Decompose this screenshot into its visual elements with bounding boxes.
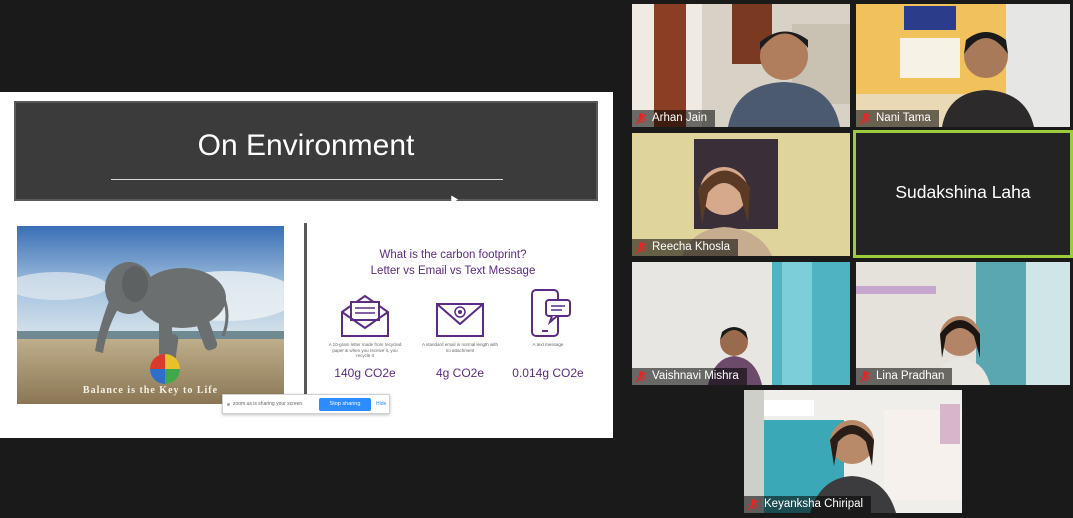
letter-icon: [325, 292, 405, 338]
muted-mic-icon: [635, 370, 647, 383]
participant-name-tag: Lina Pradhan: [856, 368, 953, 385]
participant-name-tag: Keyanksha Chiripal: [744, 496, 872, 513]
letter-description: A 10-gram letter made from recycled pape…: [328, 342, 402, 358]
video-tile-nani-tama[interactable]: Nani Tama: [856, 4, 1070, 127]
muted-mic-icon: [859, 112, 871, 125]
participant-video: [744, 390, 962, 513]
title-underline: [111, 179, 503, 180]
screen-share-toolbar: zoom.us is sharing your screen. Stop sha…: [222, 394, 390, 414]
stop-sharing-button[interactable]: Stop sharing: [319, 398, 371, 411]
phone-message-icon: [508, 288, 588, 338]
email-description: A standard email in normal length with n…: [421, 342, 499, 353]
footprint-item-email: A standard email in normal length with n…: [420, 292, 500, 380]
participant-name-tag: Reecha Khosla: [632, 239, 738, 256]
video-tile-vaishnavi-mishra[interactable]: Vaishnavi Mishra: [632, 262, 850, 385]
slide-title: On Environment: [197, 129, 415, 162]
slide-divider: [304, 223, 307, 406]
participant-name: Keyanksha Chiripal: [764, 498, 864, 510]
text-value: 0.014g CO2e: [512, 366, 584, 380]
participant-name: Sudakshina Laha: [895, 182, 1031, 202]
participant-name: Reecha Khosla: [652, 241, 730, 253]
participant-video: [856, 262, 1070, 385]
footprint-title-line1: What is the carbon footprint?: [379, 249, 527, 261]
shared-screen: On Environment Balance is the Key to Lif…: [0, 92, 613, 438]
participant-name: Vaishnavi Mishra: [652, 370, 739, 382]
text-description: A text message: [532, 342, 564, 347]
participant-name-tag: Arhan Jain: [632, 110, 715, 127]
footprint-item-letter: A 10-gram letter made from recycled pape…: [325, 292, 405, 380]
footprint-heading: What is the carbon footprint? Letter vs …: [318, 247, 588, 279]
muted-mic-icon: [859, 370, 871, 383]
sharing-status: zoom.us is sharing your screen.: [233, 401, 304, 407]
muted-mic-icon: [747, 498, 759, 511]
video-tile-keyanksha-chiripal[interactable]: Keyanksha Chiripal: [744, 390, 962, 513]
participant-video: [632, 133, 850, 256]
participant-name: Nani Tama: [876, 112, 931, 124]
email-icon: [420, 292, 500, 338]
email-value: 4g CO2e: [435, 366, 485, 380]
muted-mic-icon: [635, 241, 647, 254]
muted-mic-icon: [635, 112, 647, 125]
participant-name-tag: Vaishnavi Mishra: [632, 368, 747, 385]
participant-video: [856, 4, 1070, 127]
sharing-indicator-icon: [227, 403, 230, 406]
video-tile-sudakshina-laha[interactable]: Sudakshina Laha: [853, 130, 1073, 258]
participant-video: [632, 262, 850, 385]
video-tile-lina-pradhan[interactable]: Lina Pradhan: [856, 262, 1070, 385]
participant-video: [632, 4, 850, 127]
participant-name: Lina Pradhan: [876, 370, 945, 382]
footprint-title-line2: Letter vs Email vs Text Message: [370, 265, 536, 277]
participant-name: Arhan Jain: [652, 112, 707, 124]
letter-value: 140g CO2e: [334, 366, 396, 380]
slide-title-bar: On Environment: [14, 101, 598, 204]
hide-toolbar-button[interactable]: Hide: [376, 401, 386, 407]
elephant-photo: Balance is the Key to Life: [17, 226, 284, 404]
mouse-cursor-icon: [447, 193, 459, 204]
participant-name-tag: Nani Tama: [856, 110, 939, 127]
video-tile-reecha-khosla[interactable]: Reecha Khosla: [632, 133, 850, 256]
video-tile-arhan-jain[interactable]: Arhan Jain: [632, 4, 850, 127]
footprint-item-text: A text message 0.014g CO2e: [508, 288, 588, 380]
